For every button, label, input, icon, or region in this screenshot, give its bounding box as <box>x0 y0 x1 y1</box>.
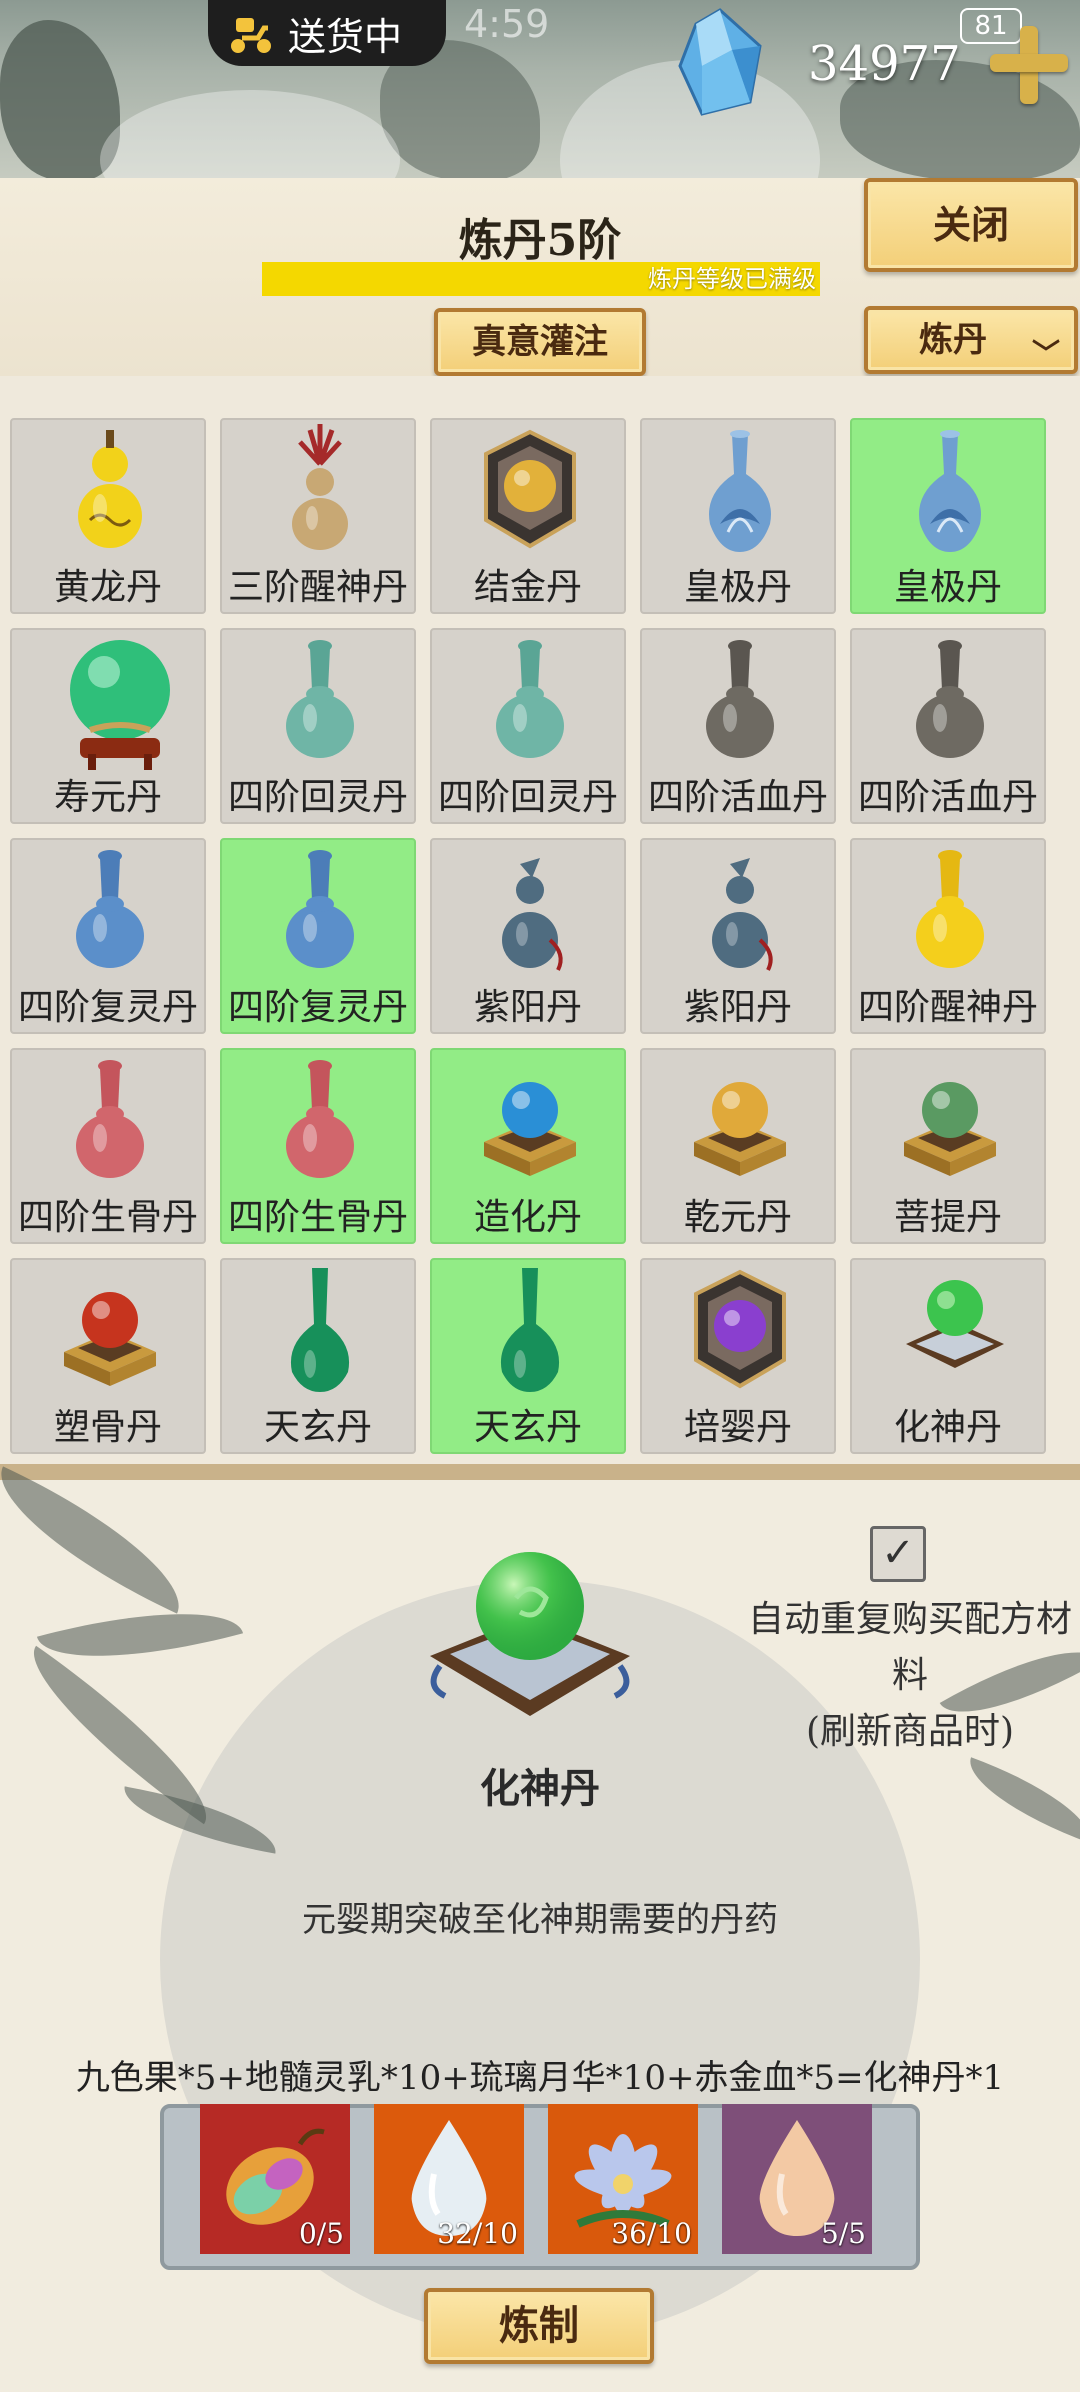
pill-cell-label: 四阶回灵丹 <box>437 777 618 818</box>
pill-cell-label: 造化丹 <box>473 1197 582 1238</box>
chevron-down-icon: ﹀ <box>1031 337 1060 370</box>
pill-cell-label: 培婴丹 <box>683 1407 792 1448</box>
infuse-button[interactable]: 真意灌注 <box>434 308 646 376</box>
pill-cell[interactable]: 紫阳丹 <box>430 838 626 1034</box>
pill-detail-panel: ✓ 自动重复购买配方材料 (刷新商品时) 化神丹 元婴期突破至化神期需要的丹药 … <box>0 1464 1080 2392</box>
spirit-crystal-icon <box>672 6 768 118</box>
pill-cell[interactable]: 四阶复灵丹 <box>220 838 416 1034</box>
level-progress-text: 炼丹等级已满级 <box>648 265 816 293</box>
pill-cell-label: 化神丹 <box>893 1407 1002 1448</box>
pill-cell-label: 四阶活血丹 <box>857 777 1038 818</box>
material-count: 0/5 <box>298 2217 344 2250</box>
pill-cell-label: 乾元丹 <box>683 1197 792 1238</box>
auto-repeat-label-line1: 自动重复购买配方材料 <box>747 1599 1072 1696</box>
pill-cell[interactable]: 四阶生骨丹 <box>220 1048 416 1244</box>
pill-cell[interactable]: 结金丹 <box>430 418 626 614</box>
pill-cell-label: 四阶生骨丹 <box>17 1197 198 1238</box>
clock: 4:59 <box>464 2 550 46</box>
recipe-formula: 九色果*5+地髓灵乳*10+琉璃月华*10+赤金血*5=化神丹*1 <box>75 2058 1005 2098</box>
pill-cell-label: 四阶生骨丹 <box>227 1197 408 1238</box>
pill-cell[interactable]: 四阶活血丹 <box>640 628 836 824</box>
currency-amount: 34977 <box>808 36 961 92</box>
materials-frame: 0/5 32/10 36/10 5/5 <box>160 2104 920 2270</box>
green-orb-cushion-icon <box>420 1536 640 1740</box>
auto-repeat-checkbox[interactable]: ✓ <box>870 1526 926 1582</box>
selected-pill-description: 元婴期突破至化神期需要的丹药 <box>302 1900 778 1940</box>
delivery-status-pill[interactable]: 送货中 <box>208 0 446 66</box>
material-count: 5/5 <box>820 2217 866 2250</box>
pill-cell-label: 四阶复灵丹 <box>17 987 198 1028</box>
pill-grid[interactable]: 三阶生骨丹三阶生骨丹三阶复灵丹三阶复灵丹黄龙丹 黄龙丹 三阶醒神丹 结金丹 皇极… <box>0 376 1080 1464</box>
pill-cell[interactable]: 菩提丹 <box>850 1048 1046 1244</box>
pill-cell-label: 塑骨丹 <box>53 1407 162 1448</box>
pill-cell[interactable]: 寿元丹 <box>10 628 206 824</box>
pill-cell[interactable]: 天玄丹 <box>220 1258 416 1454</box>
category-dropdown-value: 炼丹 <box>919 320 987 360</box>
pill-cell[interactable]: 三阶醒神丹 <box>220 418 416 614</box>
pill-cell-label: 四阶活血丹 <box>647 777 828 818</box>
pill-cell[interactable]: 四阶回灵丹 <box>430 628 626 824</box>
pill-cell[interactable]: 四阶生骨丹 <box>10 1048 206 1244</box>
pill-cell[interactable]: 皇极丹 <box>640 418 836 614</box>
pill-cell[interactable]: 四阶复灵丹 <box>10 838 206 1034</box>
pill-cell-label: 菩提丹 <box>893 1197 1002 1238</box>
material-slot[interactable]: 0/5 <box>200 2104 350 2254</box>
pill-cell-label: 结金丹 <box>473 567 582 608</box>
pill-cell-label: 紫阳丹 <box>683 987 792 1028</box>
pill-cell-label: 三阶醒神丹 <box>227 567 408 608</box>
selected-pill-name: 化神丹 <box>480 1765 600 1812</box>
category-dropdown[interactable]: 炼丹 ﹀ <box>864 306 1078 374</box>
pill-cell-label: 皇极丹 <box>893 567 1002 608</box>
level-progress-bar: 炼丹等级已满级 <box>262 262 820 296</box>
material-count: 36/10 <box>611 2217 692 2250</box>
pill-cell-label: 皇极丹 <box>683 567 792 608</box>
pill-cell-label: 四阶醒神丹 <box>857 987 1038 1028</box>
pill-cell[interactable]: 四阶活血丹 <box>850 628 1046 824</box>
pill-cell[interactable]: 紫阳丹 <box>640 838 836 1034</box>
auto-repeat-label: 自动重复购买配方材料 (刷新商品时) <box>740 1592 1080 1760</box>
material-count: 32/10 <box>437 2217 518 2250</box>
pill-cell[interactable]: 天玄丹 <box>430 1258 626 1454</box>
material-slot[interactable]: 36/10 <box>548 2104 698 2254</box>
pill-cell[interactable]: 四阶回灵丹 <box>220 628 416 824</box>
craft-button[interactable]: 炼制 <box>424 2288 654 2364</box>
material-slot[interactable]: 32/10 <box>374 2104 524 2254</box>
delivery-status-text: 送货中 <box>288 14 403 59</box>
close-button[interactable]: 关闭 <box>864 178 1078 272</box>
pill-cell-label: 紫阳丹 <box>473 987 582 1028</box>
pill-cell[interactable]: 培婴丹 <box>640 1258 836 1454</box>
pill-cell[interactable]: 化神丹 <box>850 1258 1046 1454</box>
pill-cell-label: 天玄丹 <box>473 1407 582 1448</box>
pill-cell-label: 四阶复灵丹 <box>227 987 408 1028</box>
pill-cell[interactable]: 皇极丹 <box>850 418 1046 614</box>
pill-cell-label: 寿元丹 <box>53 777 162 818</box>
pill-cell-label: 天玄丹 <box>263 1407 372 1448</box>
pill-cell[interactable]: 造化丹 <box>430 1048 626 1244</box>
pill-cell-label: 四阶回灵丹 <box>227 777 408 818</box>
add-currency-icon[interactable] <box>986 22 1070 106</box>
pill-cell[interactable]: 黄龙丹 <box>10 418 206 614</box>
pill-cell[interactable]: 乾元丹 <box>640 1048 836 1244</box>
delivery-scooter-icon <box>228 10 274 56</box>
pill-cell[interactable]: 塑骨丹 <box>10 1258 206 1454</box>
auto-repeat-label-line2: (刷新商品时) <box>805 1711 1015 1752</box>
pill-cell-label: 黄龙丹 <box>53 567 162 608</box>
pill-cell[interactable]: 四阶醒神丹 <box>850 838 1046 1034</box>
material-slot[interactable]: 5/5 <box>722 2104 872 2254</box>
